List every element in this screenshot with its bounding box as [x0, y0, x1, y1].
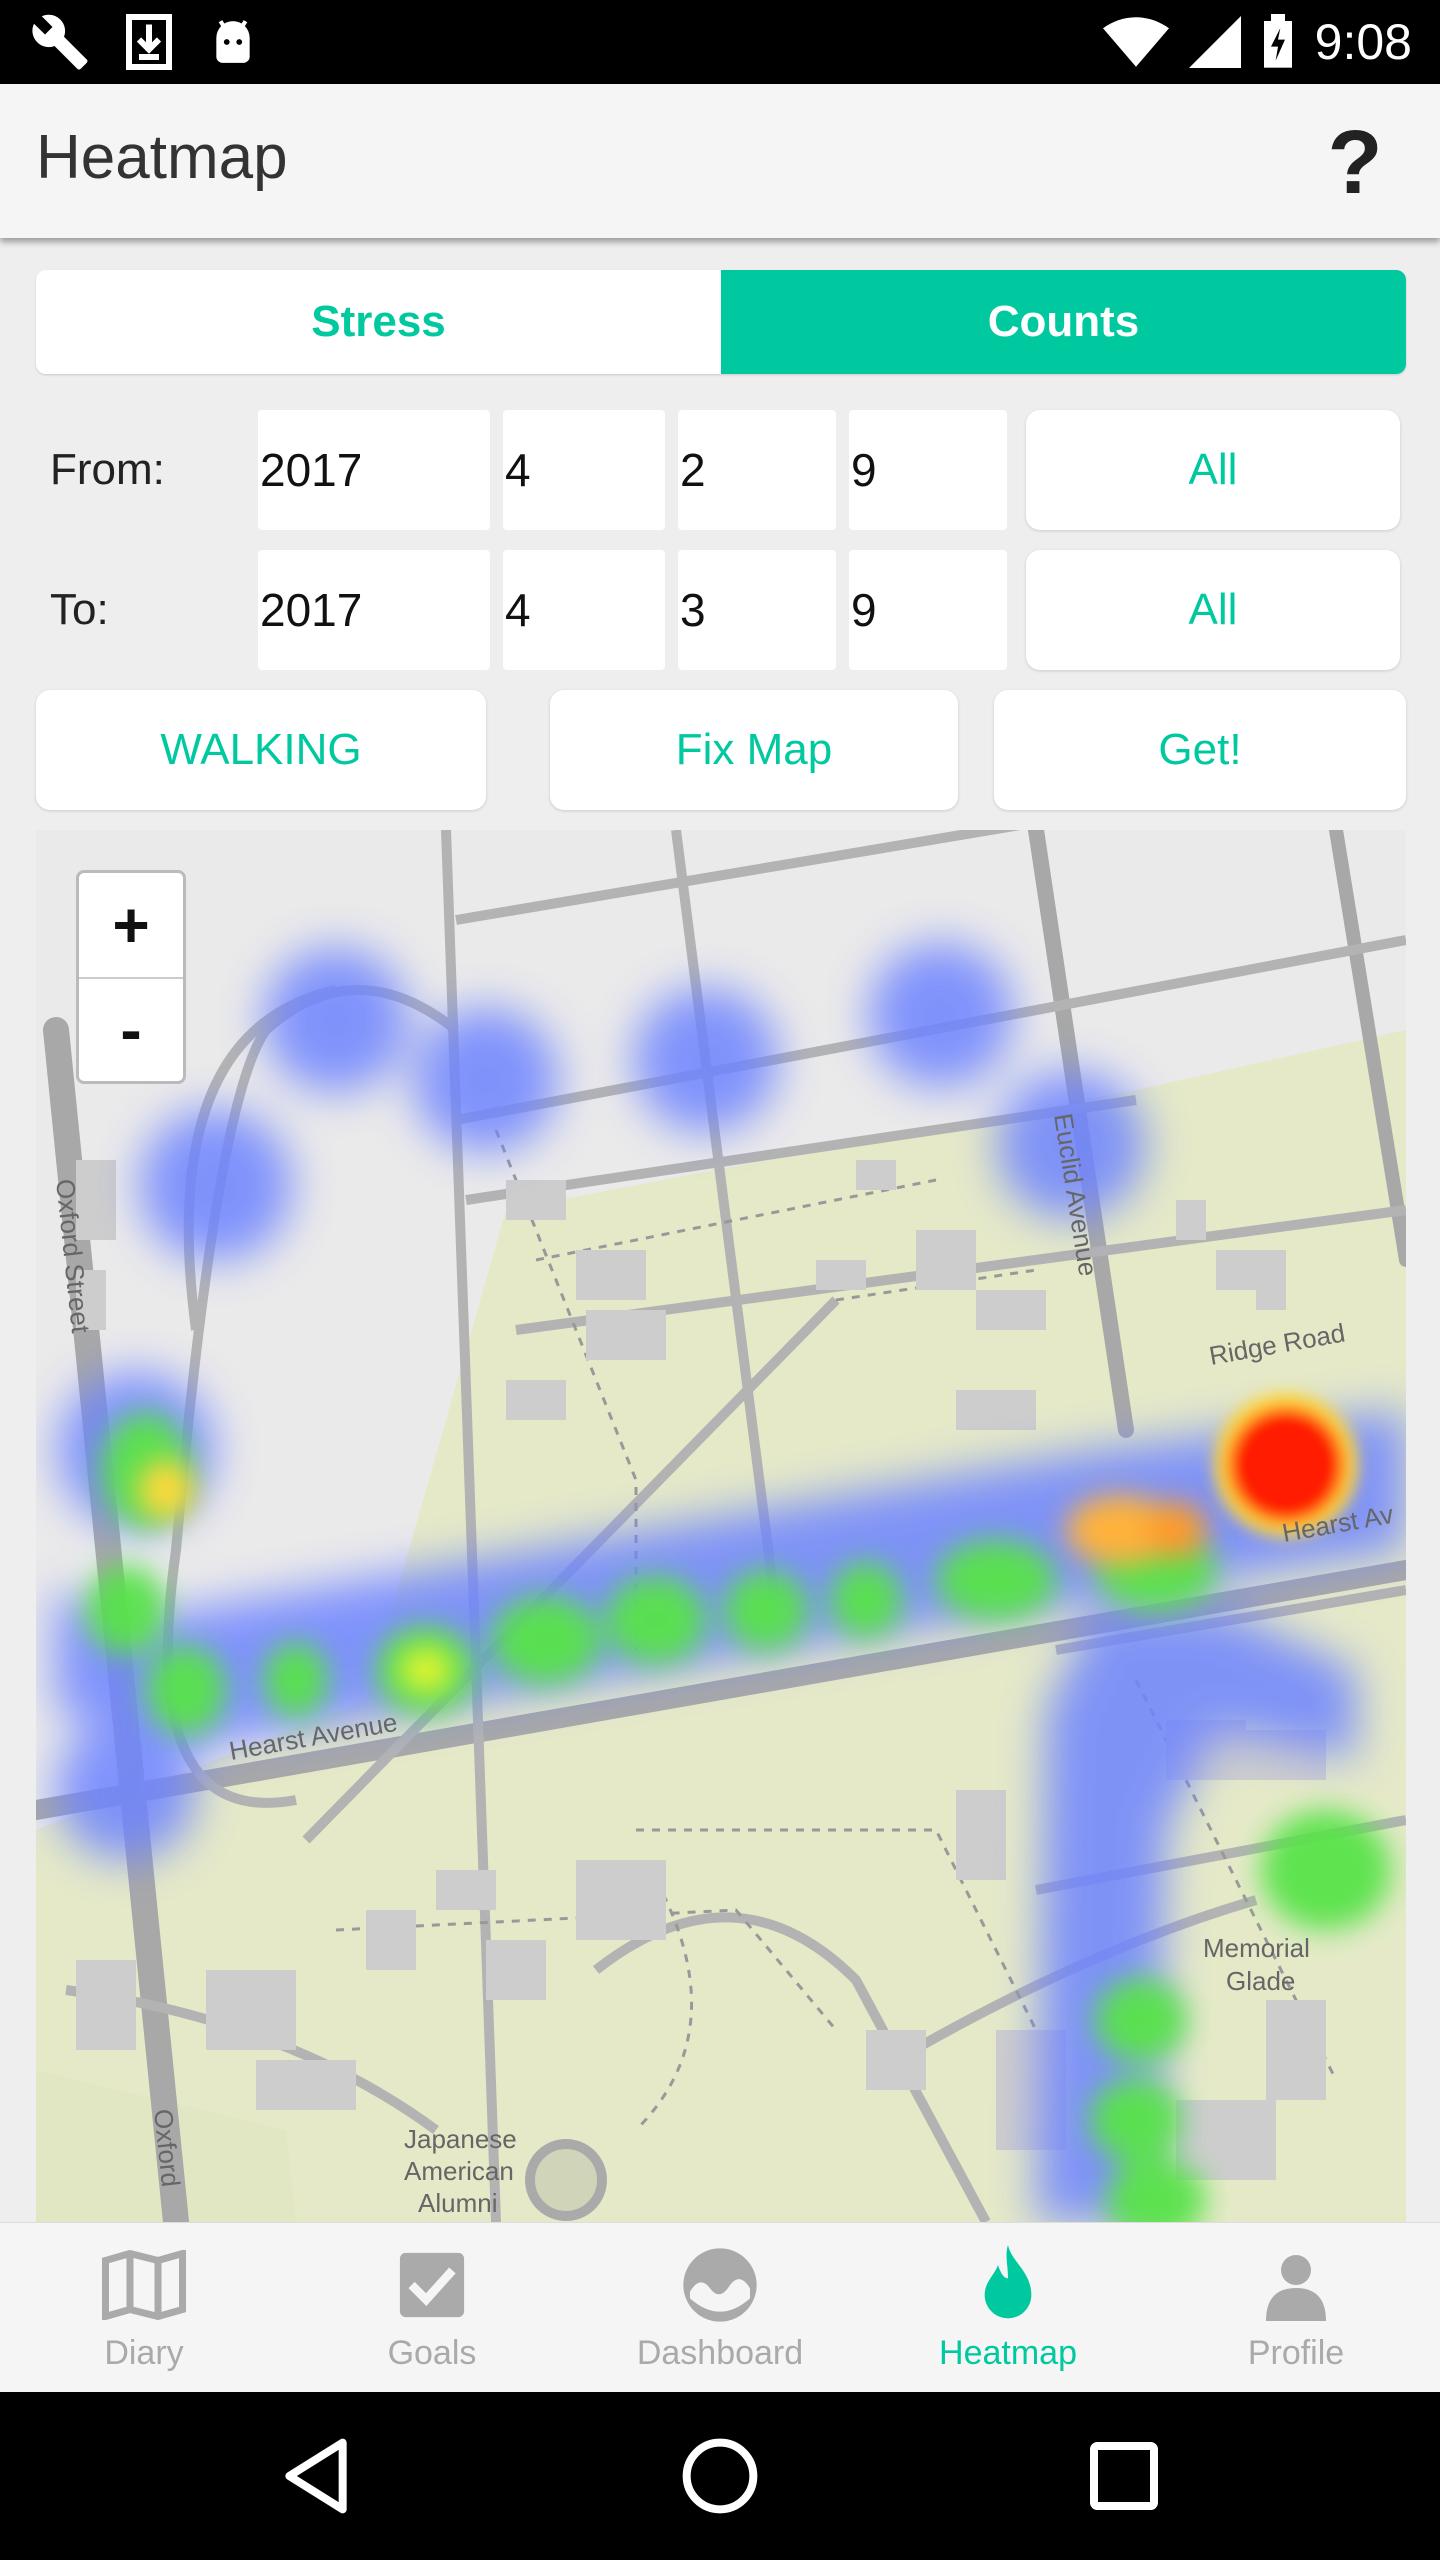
- from-hour-field[interactable]: 9: [849, 410, 1007, 530]
- bottom-navigation: Diary Goals Dashboard Heatmap Profile: [0, 2222, 1440, 2392]
- label-japanese: Japanese: [404, 2124, 517, 2154]
- to-year-field[interactable]: 2017: [258, 550, 490, 670]
- from-month-field[interactable]: 4: [503, 410, 665, 530]
- recents-icon[interactable]: [1084, 2436, 1164, 2516]
- mode-tabs: Stress Counts: [36, 270, 1406, 374]
- download-icon: [126, 14, 172, 70]
- roundabout: [525, 2139, 607, 2221]
- nav-label-profile: Profile: [1247, 2334, 1345, 2372]
- zoom-out-button[interactable]: -: [79, 977, 183, 1081]
- to-all-button[interactable]: All: [1026, 550, 1400, 670]
- nav-item-diary[interactable]: Diary: [0, 2223, 288, 2392]
- map-icon: [102, 2250, 186, 2320]
- battery-charging-icon: [1263, 14, 1292, 68]
- wrench-icon: [32, 14, 88, 70]
- nav-label-goals: Goals: [387, 2334, 477, 2372]
- system-navigation-bar: [0, 2392, 1440, 2560]
- zoom-in-button[interactable]: +: [79, 873, 183, 977]
- label-glade: Glade: [1226, 1966, 1295, 1996]
- fix-map-button[interactable]: Fix Map: [550, 690, 958, 810]
- nav-item-profile[interactable]: Profile: [1152, 2223, 1440, 2392]
- android-icon: [216, 20, 250, 63]
- to-day-field[interactable]: 3: [678, 550, 836, 670]
- from-label: From:: [50, 445, 165, 494]
- activity-button[interactable]: WALKING: [36, 690, 486, 810]
- from-all-button[interactable]: All: [1026, 410, 1400, 530]
- person-icon: [1266, 2255, 1326, 2321]
- nav-label-heatmap: Heatmap: [939, 2334, 1077, 2372]
- flame-icon: [984, 2245, 1032, 2319]
- heatmap-map[interactable]: Oxford Street Oxford Euclid Avenue Ridge…: [36, 830, 1406, 2222]
- status-bar: 9:08: [0, 0, 1440, 84]
- back-icon[interactable]: [276, 2436, 356, 2516]
- label-alumni: Alumni: [418, 2188, 497, 2218]
- home-icon[interactable]: [680, 2436, 760, 2516]
- checkbox-icon: [399, 2252, 465, 2318]
- tab-stress[interactable]: Stress: [36, 270, 721, 374]
- to-month-field[interactable]: 4: [503, 550, 665, 670]
- top-app-bar: Heatmap ?: [0, 84, 1440, 238]
- nav-item-heatmap[interactable]: Heatmap: [864, 2223, 1152, 2392]
- wifi-icon: [1102, 17, 1169, 67]
- map-canvas[interactable]: Oxford Street Oxford Euclid Avenue Ridge…: [36, 830, 1406, 2222]
- nav-label-dashboard: Dashboard: [636, 2334, 804, 2372]
- help-button[interactable]: ?: [1310, 108, 1400, 218]
- from-day-field[interactable]: 2: [678, 410, 836, 530]
- nav-label-diary: Diary: [104, 2334, 184, 2372]
- cell-signal-icon: [1188, 16, 1241, 68]
- to-hour-field[interactable]: 9: [849, 550, 1007, 670]
- to-label: To:: [50, 585, 109, 634]
- get-button[interactable]: Get!: [994, 690, 1406, 810]
- label-american: American: [404, 2156, 514, 2186]
- clock: 9:08: [1314, 14, 1412, 70]
- gauge-icon: [683, 2248, 757, 2322]
- zoom-control: + -: [76, 870, 186, 1084]
- page-title: Heatmap: [36, 123, 288, 192]
- from-year-field[interactable]: 2017: [258, 410, 490, 530]
- nav-item-dashboard[interactable]: Dashboard: [576, 2223, 864, 2392]
- tab-counts[interactable]: Counts: [721, 270, 1406, 374]
- label-memorial: Memorial: [1203, 1933, 1310, 1963]
- nav-item-goals[interactable]: Goals: [288, 2223, 576, 2392]
